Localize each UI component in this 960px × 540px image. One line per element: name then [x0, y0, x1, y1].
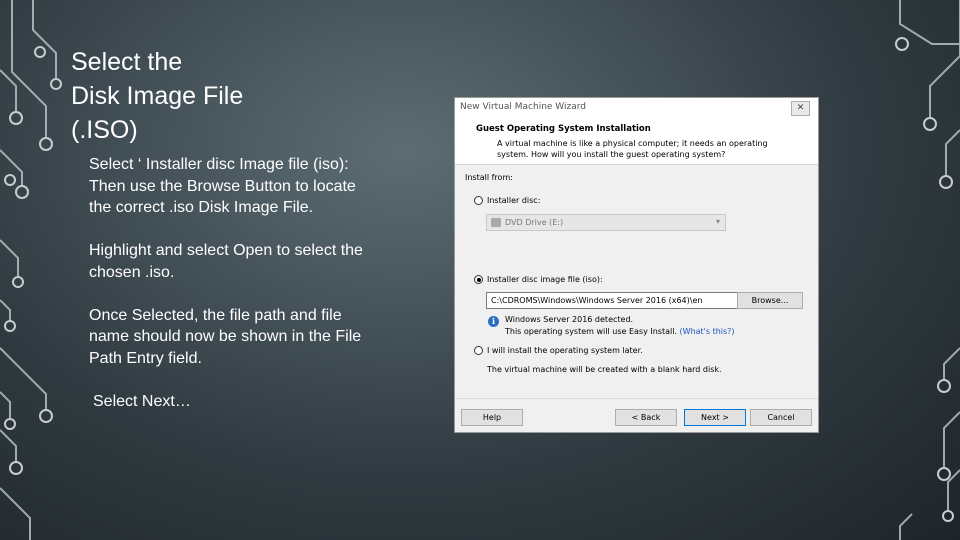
install-later-radio[interactable]: [474, 346, 483, 355]
install-later-description: The virtual machine will be created with…: [487, 365, 722, 374]
header-description-line: A virtual machine is like a physical com…: [497, 139, 768, 148]
dialog-title: New Virtual Machine Wizard: [460, 102, 586, 112]
instruction-line: Highlight and select Open to select the: [89, 242, 363, 259]
dialog-header: Guest Operating System Installation A vi…: [455, 118, 818, 165]
instruction-line: Select Next…: [93, 392, 191, 410]
header-description-line: system. How will you install the guest o…: [497, 150, 726, 159]
install-later-label[interactable]: I will install the operating system late…: [487, 346, 643, 355]
instruction-line: name should now be shown in the File: [89, 328, 362, 345]
help-button[interactable]: Help: [461, 409, 523, 426]
instruction-text: Select ‘ Installer disc Image file (iso)…: [89, 154, 419, 434]
dialog-titlebar: New Virtual Machine Wizard ✕: [455, 98, 818, 118]
instruction-paragraph: Once Selected, the file path and file na…: [89, 305, 419, 370]
instruction-line: chosen .iso.: [89, 263, 175, 281]
disc-drive-value: DVD Drive (E:): [505, 218, 564, 227]
title-line: Select the: [71, 48, 183, 76]
next-button[interactable]: Next >: [684, 409, 746, 426]
chevron-down-icon: ▾: [715, 217, 720, 226]
footer-divider: [455, 398, 818, 399]
back-button[interactable]: < Back: [615, 409, 677, 426]
instruction-line: Select ‘ Installer disc Image file (iso)…: [89, 156, 349, 173]
info-icon: i: [488, 316, 499, 327]
disc-drive-select[interactable]: DVD Drive (E:) ▾: [486, 214, 726, 231]
new-virtual-machine-wizard-dialog: New Virtual Machine Wizard ✕ Guest Opera…: [454, 97, 819, 433]
easy-install-label: This operating system will use Easy Inst…: [505, 327, 677, 336]
installer-iso-label[interactable]: Installer disc image file (iso):: [487, 275, 603, 284]
dvd-drive-icon: [491, 218, 501, 227]
instruction-paragraph: Highlight and select Open to select the …: [89, 240, 419, 283]
instruction-line: Path Entry field.: [89, 349, 202, 367]
instruction-line: Once Selected, the file path and file: [89, 306, 342, 324]
easy-install-text: This operating system will use Easy Inst…: [505, 327, 735, 336]
whats-this-link[interactable]: (What's this?): [680, 327, 735, 336]
slide-title: Select the Disk Image File (.ISO): [71, 45, 391, 147]
installer-disc-radio[interactable]: [474, 196, 483, 205]
title-line: (.ISO): [71, 116, 138, 144]
close-button[interactable]: ✕: [791, 101, 810, 116]
instruction-line: Then use the Browse Button to locate: [89, 177, 356, 195]
header-title: Guest Operating System Installation: [476, 124, 651, 134]
iso-path-input[interactable]: C:\CDROMS\Windows\Windows Server 2016 (x…: [486, 292, 742, 309]
detected-text: Windows Server 2016 detected.: [505, 315, 634, 324]
installer-iso-radio[interactable]: [474, 275, 483, 284]
installer-disc-label[interactable]: Installer disc:: [487, 196, 540, 205]
instruction-paragraph: Select Next…: [93, 391, 419, 413]
title-line: Disk Image File: [71, 82, 244, 110]
install-from-label: Install from:: [465, 173, 513, 182]
cancel-button[interactable]: Cancel: [750, 409, 812, 426]
close-icon: ✕: [796, 103, 805, 113]
browse-button[interactable]: Browse...: [737, 292, 803, 309]
iso-path-value: C:\CDROMS\Windows\Windows Server 2016 (x…: [491, 296, 703, 305]
instruction-paragraph: Select ‘ Installer disc Image file (iso)…: [89, 154, 419, 219]
instruction-line: the correct .iso Disk Image File.: [89, 199, 314, 216]
header-description: A virtual machine is like a physical com…: [497, 138, 797, 160]
